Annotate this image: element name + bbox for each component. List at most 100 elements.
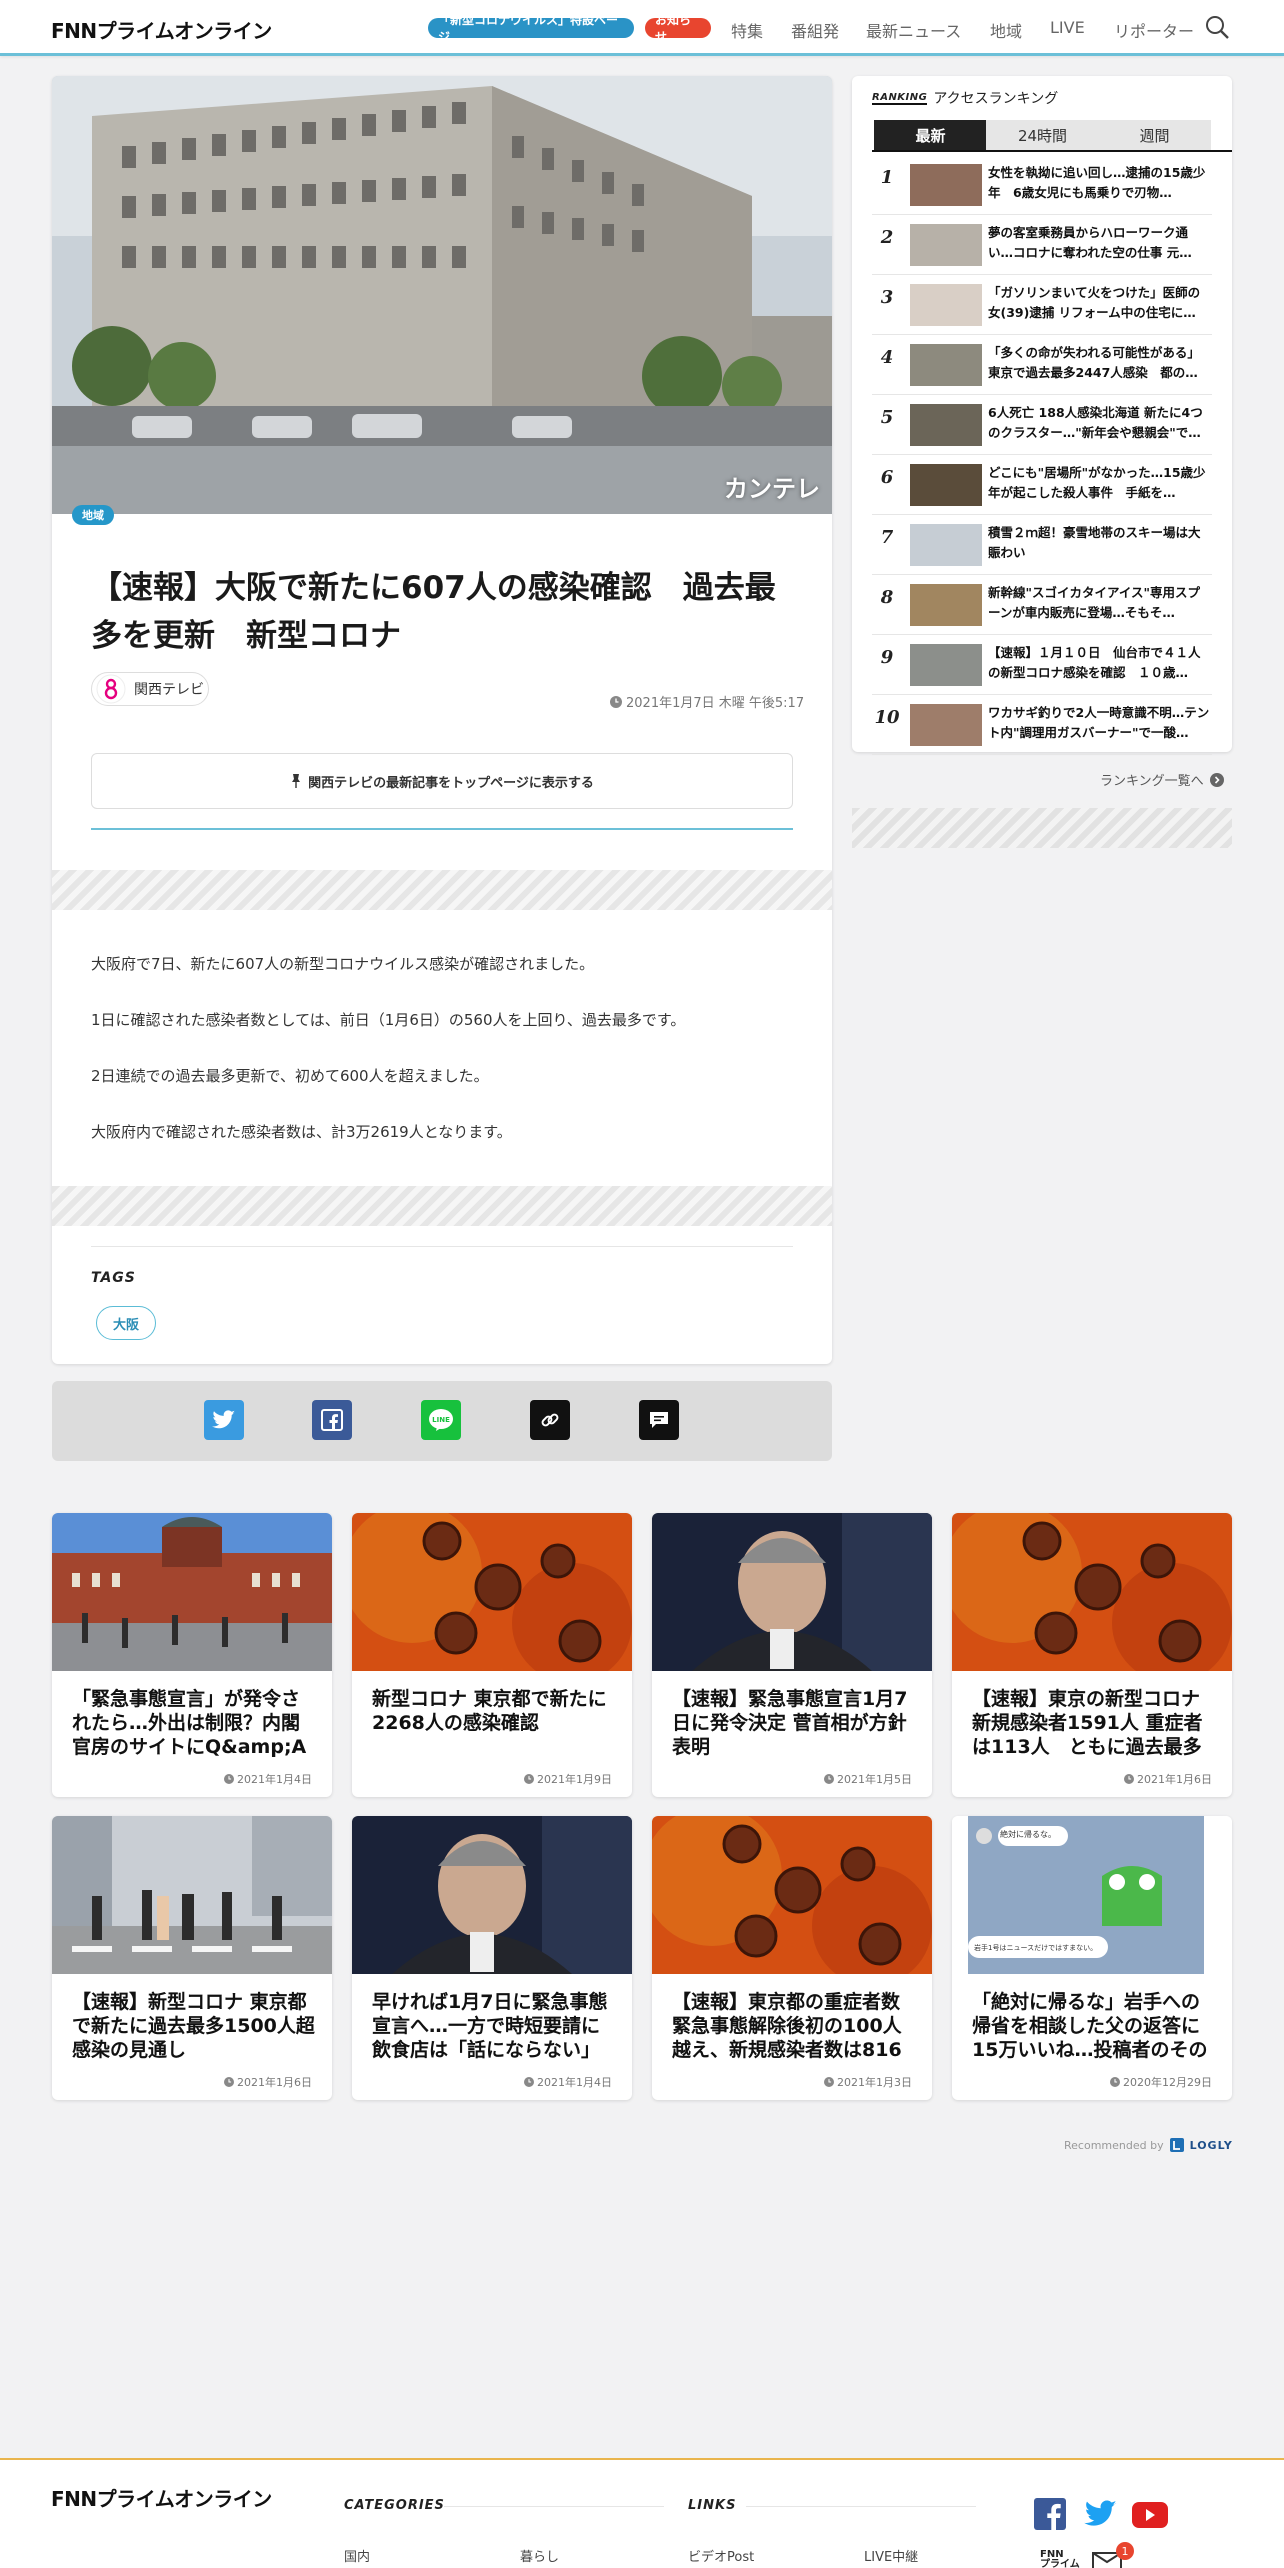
footer-category-link[interactable]: 暮らし <box>520 2546 559 2565</box>
ranking-headline: 「ガソリンまいて火をつけた」医師の女(39)逮捕 リフォーム中の住宅に… <box>988 285 1201 320</box>
ranking-headline: ワカサギ釣りで2人一時意識不明…テント内"調理用ガスバーナー"で一酸… <box>988 705 1210 740</box>
recommended-article-card[interactable]: 絶対に帰るな。 岩手1号はニュースだけではすまない。 「絶対に帰るな」岩手への帰省を… <box>952 1816 1232 2100</box>
recommended-date-text: 2021年1月5日 <box>837 1773 912 1786</box>
nav-programs[interactable]: 番組発 <box>791 18 839 42</box>
recommended-date-text: 2021年1月4日 <box>537 2076 612 2089</box>
ranking-thumbnail <box>910 344 982 386</box>
site-logo-text: FNNプライムオンライン <box>51 18 272 43</box>
ranking-more-link[interactable]: ランキング一覧へ <box>1100 770 1224 789</box>
corona-special-pill[interactable]: 「新型コロナウイルス」特設ページ <box>428 13 634 44</box>
recommended-date: 2021年1月9日 <box>524 1771 612 1787</box>
recommended-title: 【速報】東京の新型コロナ新規感染者1591人 重症者は113人 ともに過去最多 <box>972 1688 1203 1758</box>
footer-link[interactable]: LIVE中継 <box>864 2546 918 2565</box>
recommended-article-card[interactable]: 早ければ1月7日に緊急事態宣言へ…一方で時短要請に飲食店は「話にならない」 202… <box>352 1816 632 2100</box>
footer-categories-title: CATEGORIES <box>344 2498 445 2513</box>
ranking-item[interactable]: 7 積雪２ｍ超！豪雪地帯のスキー場は大賑わい <box>872 515 1212 575</box>
recommended-date-text: 2021年1月6日 <box>237 2076 312 2089</box>
ranking-item[interactable]: 2 夢の客室乗務員からハローワーク通い…コロナに奪われた空の仕事 元… <box>872 215 1212 275</box>
nav-reporter[interactable]: リポーター <box>1114 18 1194 42</box>
ranking-number: 10 <box>874 707 900 728</box>
facebook-icon <box>321 1409 343 1431</box>
site-logo[interactable]: FNNプライムオンライン <box>51 16 272 43</box>
search-icon[interactable] <box>1204 14 1230 40</box>
ranking-tab-weekly[interactable]: 週間 <box>1098 120 1211 150</box>
follow-source-label: 関西テレビの最新記事をトップページに表示する <box>308 775 594 791</box>
ranking-thumbnail <box>910 704 982 746</box>
ranking-item[interactable]: 6 どこにも"居場所"がなかった…15歳少年が起こした殺人事件 手紙を… <box>872 455 1212 515</box>
ranking-item[interactable]: 9 【速報】１月１０日 仙台市で４１人の新型コロナ感染を確認 １０歳… <box>872 635 1212 695</box>
tag-osaka[interactable]: 大阪 <box>96 1306 156 1340</box>
svg-text:LINE: LINE <box>432 1416 450 1424</box>
footer-logo[interactable]: FNNプライムオンライン <box>51 2484 272 2511</box>
recommended-date-text: 2020年12月29日 <box>1123 2076 1212 2089</box>
clock-icon <box>1124 1774 1134 1784</box>
ranking-number: 4 <box>880 347 894 368</box>
clock-icon <box>224 1774 234 1784</box>
copy-link-button[interactable] <box>530 1400 570 1440</box>
clock-icon <box>824 1774 834 1784</box>
facebook-share-button[interactable] <box>312 1400 352 1440</box>
ranking-item[interactable]: 1 女性を執拗に追い回し…逮捕の15歳少年 6歳女児にも馬乗りで刃物… <box>872 155 1212 215</box>
line-share-button[interactable]: LINE <box>421 1400 461 1440</box>
footer-category-link[interactable]: 国内 <box>344 2546 370 2565</box>
recommended-article-card[interactable]: 【速報】緊急事態宣言1月7日に発令決定 菅首相が方針表明 2021年1月5日 <box>652 1513 932 1797</box>
ranking-item[interactable]: 10 ワカサギ釣りで2人一時意識不明…テント内"調理用ガスバーナー"で一酸… <box>872 695 1212 755</box>
recommended-article-card[interactable]: 「緊急事態宣言」が発令されたら…外出は制限？内閣官房のサイトにQ&amp;A 20… <box>52 1513 332 1797</box>
ranking-number: 1 <box>880 167 894 188</box>
follow-source-button[interactable]: 関西テレビの最新記事をトップページに表示する <box>91 753 793 809</box>
recommended-date-text: 2021年1月6日 <box>1137 1773 1212 1786</box>
logly-text[interactable]: LOGLY <box>1190 2139 1233 2152</box>
footer-link[interactable]: ビデオPost <box>688 2546 754 2565</box>
ad-placeholder-top <box>52 870 832 910</box>
ranking-number: 3 <box>880 287 894 308</box>
article-paragraph: 大阪府内で確認された感染者数は、計3万2619人となります。 <box>91 1123 512 1141</box>
ranking-thumbnail <box>910 224 982 266</box>
ranking-tab-latest[interactable]: 最新 <box>874 120 987 150</box>
chat-bubble-text: 岩手1号はニュースだけではすまない。 <box>974 1944 1098 1952</box>
nav-features[interactable]: 特集 <box>731 18 763 42</box>
ranking-headline: 積雪２ｍ超！豪雪地帯のスキー場は大賑わい <box>988 525 1201 560</box>
source-chip[interactable]: 関西テレビ <box>91 672 209 706</box>
recommended-thumbnail <box>52 1816 332 1974</box>
facebook-icon[interactable] <box>1034 2498 1066 2530</box>
recommended-date: 2021年1月5日 <box>824 1771 912 1787</box>
recommended-article-card[interactable]: 新型コロナ 東京都で新たに2268人の感染確認 2021年1月9日 <box>352 1513 632 1797</box>
youtube-icon[interactable] <box>1132 2502 1168 2528</box>
ranking-item[interactable]: 8 新幹線"スゴイカタイアイス"専用スプーンが車内販売に登場…そもそ… <box>872 575 1212 635</box>
twitter-icon[interactable] <box>1084 2500 1118 2528</box>
ranking-tab-24h[interactable]: 24時間 <box>986 120 1099 150</box>
divider <box>91 1246 793 1247</box>
recommended-thumbnail <box>352 1513 632 1683</box>
kantele-watermark: カンテレ <box>724 475 820 503</box>
nav-region[interactable]: 地域 <box>990 18 1022 42</box>
recommended-article-card[interactable]: 【速報】東京の新型コロナ新規感染者1591人 重症者は113人 ともに過去最多 2… <box>952 1513 1232 1797</box>
recommended-date: 2020年12月29日 <box>1110 2074 1212 2090</box>
notice-pill[interactable]: お知らせ <box>645 13 711 44</box>
recommended-by: Recommended by LOGLY <box>1064 2138 1233 2152</box>
recommended-title: 新型コロナ 東京都で新たに2268人の感染確認 <box>372 1688 607 1734</box>
pin-icon <box>292 774 301 788</box>
article-paragraph: 2日連続での過去最多更新で、初めて600人を超えました。 <box>91 1067 489 1085</box>
clock-icon <box>224 2077 234 2087</box>
recommended-date-text: 2021年1月3日 <box>837 2076 912 2089</box>
ranking-headline: どこにも"居場所"がなかった…15歳少年が起こした殺人事件 手紙を… <box>988 465 1206 500</box>
nav-live[interactable]: LIVE <box>1050 18 1085 37</box>
ranking-thumbnail <box>910 644 982 686</box>
nav-latest-news[interactable]: 最新ニュース <box>866 18 961 42</box>
twitter-share-button[interactable] <box>204 1400 244 1440</box>
fnn-app-icon[interactable]: FNN プライム <box>1040 2550 1080 2568</box>
ranking-thumbnail <box>910 584 982 626</box>
divider <box>91 828 793 830</box>
ranking-thumbnail <box>910 524 982 566</box>
recommended-article-card[interactable]: 【速報】新型コロナ 東京都で新たに過去最多1500人超感染の見通し 2021年1月… <box>52 1816 332 2100</box>
ranking-item[interactable]: 4 「多くの命が失われる可能性がある」東京で過去最多2447人感染 都の… <box>872 335 1212 395</box>
recommended-thumbnail <box>52 1513 332 1671</box>
ranking-title: アクセスランキング <box>933 91 1059 107</box>
ranking-item[interactable]: 3 「ガソリンまいて火をつけた」医師の女(39)逮捕 リフォーム中の住宅に… <box>872 275 1212 335</box>
comment-button[interactable] <box>639 1400 679 1440</box>
ranking-headline: 夢の客室乗務員からハローワーク通い…コロナに奪われた空の仕事 元… <box>988 225 1192 260</box>
ranking-item[interactable]: 5 6人死亡 188人感染北海道 新たに4つのクラスター…"新年会や懇親会"で… <box>872 395 1212 455</box>
publish-date-text: 2021年1月7日 木曜 午後5:17 <box>626 696 805 711</box>
region-badge[interactable]: 地域 <box>72 505 114 525</box>
recommended-article-card[interactable]: 【速報】東京都の重症者数 緊急事態解除後初の100人越え、新規感染者数は816人… <box>652 1816 932 2100</box>
